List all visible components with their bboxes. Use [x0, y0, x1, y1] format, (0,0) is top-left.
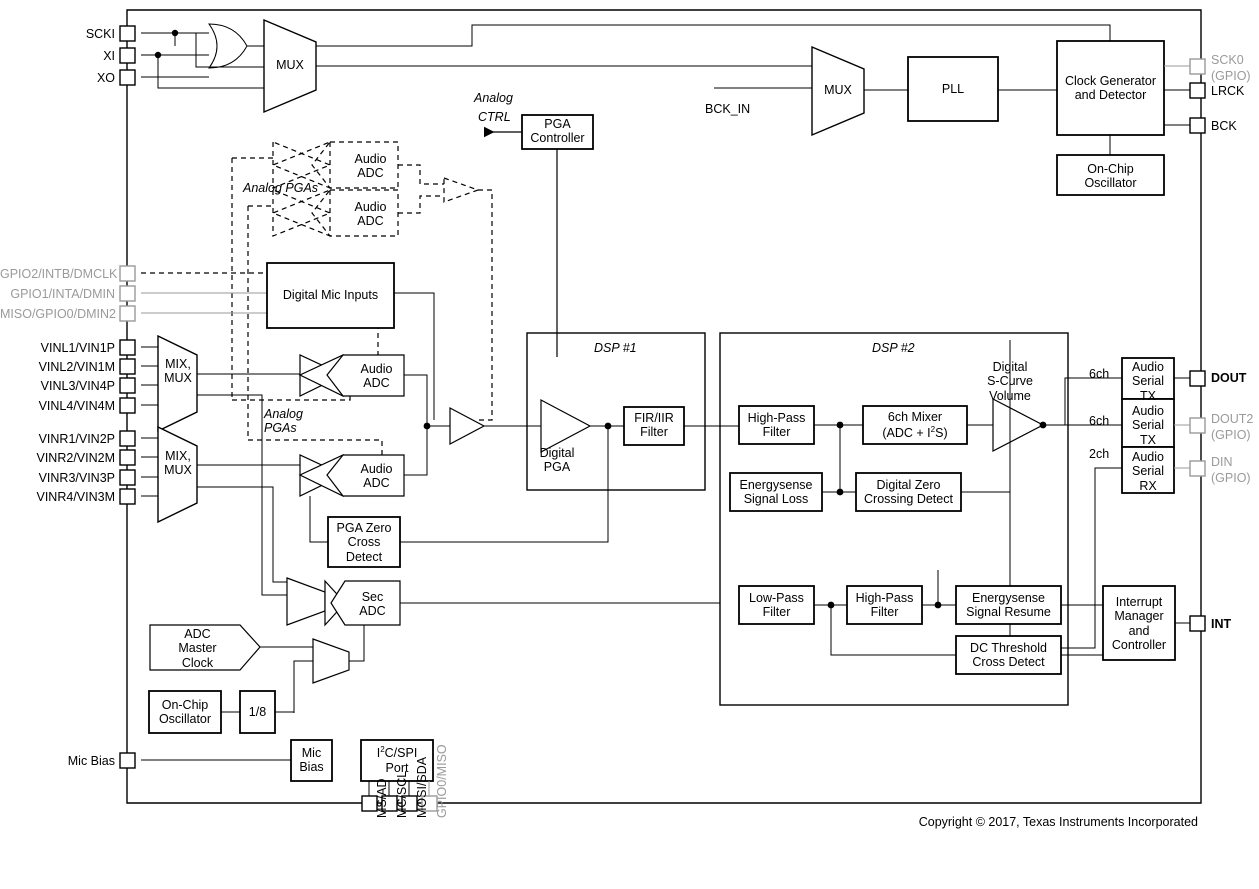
junction-dot [423, 422, 431, 430]
channel-count-6ch-b: 6ch [1089, 414, 1110, 428]
channel-count-6ch-a: 6ch [1089, 367, 1110, 381]
energysense-signal-resume-label: Energysense Signal Resume [966, 591, 1051, 620]
digital-s-curve-volume-label: Digital S-Curve Volume [987, 360, 1033, 403]
mux-bck-label: MUX [824, 83, 852, 97]
buffer-amp-shape [449, 407, 486, 445]
pin-label-vinl4: VINL4/VIN4M [38, 399, 115, 413]
audio-adc-4-label: Audio ADC [360, 462, 393, 491]
pin-label-int: INT [1211, 617, 1232, 631]
audio-adc-1-label: Audio ADC [354, 152, 387, 181]
analog-annotation: Analog [474, 91, 513, 105]
mux-clock-label: MUX [276, 58, 304, 72]
high-pass-filter-2-label: High-Pass Filter [855, 591, 914, 620]
low-pass-filter-label: Low-Pass Filter [749, 591, 804, 620]
junction-dot [934, 601, 942, 609]
junction-dot [1039, 421, 1047, 429]
audio-adc-3-label: Audio ADC [360, 362, 393, 391]
ctrl-annotation: CTRL [478, 110, 511, 124]
clock-generator-label: Clock Generator and Detector [1064, 74, 1156, 103]
pin-pads-right [1189, 58, 1206, 632]
vin-left-wires [141, 346, 158, 497]
analog-pgas-top-label: Analog PGAs [243, 181, 319, 195]
mixer-6ch-label: 6ch Mixer (ADC + I2S) [882, 410, 948, 440]
pin-label-xo: XO [96, 71, 115, 85]
digital-s-curve-volume-shape [992, 398, 1045, 452]
pga-controller-label: PGA Controller [530, 117, 585, 146]
pin-label-xi: XI [103, 49, 115, 63]
sec-adc-mux-shape [286, 577, 326, 626]
pin-label-vinr4: VINR4/VIN3M [36, 490, 116, 504]
pll-label: PLL [941, 82, 965, 96]
junction-dot [171, 29, 179, 37]
audio-serial-tx-2-label: Audio Serial TX [1132, 404, 1164, 447]
pin-label-vinr1: VINR1/VIN2P [38, 432, 115, 446]
pin-label-dout: DOUT [1211, 371, 1247, 385]
copyright-text: Copyright © 2017, Texas Instruments Inco… [918, 815, 1198, 829]
junction-dot [827, 601, 835, 609]
digital-pga-shape [540, 399, 592, 453]
digital-mic-inputs-label: Digital Mic Inputs [282, 288, 379, 302]
analog-pgas-mid-label: Analog PGAs [264, 407, 303, 436]
pin-label-gpio0-miso: GPIO0/MISO [435, 744, 449, 818]
pin-label-ms-ad: MS/AD [375, 778, 389, 818]
pin-label-sck0-sub: (GPIO) [1211, 69, 1251, 83]
pin-label-lrck: LRCK [1211, 84, 1245, 98]
audio-serial-tx-1-label: Audio Serial TX [1132, 360, 1164, 403]
i2c-spi-port-label: I2C/SPI Port [376, 745, 418, 775]
junction-dot [604, 422, 612, 430]
fir-iir-filter-label: FIR/IIR Filter [634, 411, 674, 440]
pin-label-dout2: DOUT2 [1211, 412, 1254, 426]
pin-label-din: DIN [1211, 455, 1233, 469]
digital-zero-crossing-label: Digital Zero Crossing Detect [864, 478, 953, 507]
diagram-vector-layer [119, 9, 1206, 812]
high-pass-filter-1-label: High-Pass Filter [747, 411, 806, 440]
junction-dot [154, 51, 162, 59]
bck-in-label: BCK_IN [705, 102, 751, 116]
channel-count-2ch: 2ch [1089, 447, 1110, 461]
pin-label-vinr3: VINR3/VIN3P [38, 471, 115, 485]
audio-adc-2-label: Audio ADC [354, 200, 387, 229]
pga-zero-cross-label: PGA Zero Cross Detect [336, 521, 392, 564]
pin-label-din-sub: (GPIO) [1211, 471, 1251, 485]
pin-label-vinl2: VINL2/VIN1M [38, 360, 115, 374]
pin-label-sck0: SCK0 [1211, 53, 1244, 67]
energysense-signal-loss-label: Energysense Signal Loss [739, 478, 813, 507]
pin-label-bck: BCK [1211, 119, 1237, 133]
pin-label-dout2-sub: (GPIO) [1211, 428, 1251, 442]
onchip-oscillator-top-label: On-Chip Oscillator [1084, 162, 1137, 191]
adc-master-clock-label: ADC Master Clock [178, 627, 217, 670]
pin-label-mc-scl: MC/SCL [395, 770, 409, 818]
pin-label-miso-gpio0: MISO/GPIO0/DMIN2 [0, 307, 116, 321]
clock-mux-shape [312, 638, 350, 684]
mic-bias-label: Mic Bias [299, 746, 324, 775]
junction-dot [836, 421, 844, 429]
block-diagram-canvas: SCKI XI XO GPIO2/INTB/DMCLK GPIO1/INTA/D… [0, 0, 1259, 889]
onchip-oscillator-bottom-label: On-Chip Oscillator [158, 698, 212, 727]
audio-serial-rx-label: Audio Serial RX [1132, 450, 1164, 493]
pin-label-gpio2: GPIO2/INTB/DMCLK [0, 267, 118, 281]
pin-label-scki: SCKI [85, 27, 115, 41]
pin-label-vinl3: VINL3/VIN4P [40, 379, 115, 393]
mix-mux-right-label: MIX, MUX [164, 449, 192, 478]
pin-label-mic-bias: Mic Bias [67, 754, 115, 768]
pin-label-vinr2: VINR2/VIN2M [36, 451, 116, 465]
divider-label: 1/8 [248, 705, 267, 719]
dc-threshold-cross-detect-label: DC Threshold Cross Detect [970, 641, 1047, 670]
sec-adc-label: Sec ADC [359, 590, 386, 619]
pin-label-gpio1: GPIO1/INTA/DMIN [10, 287, 115, 301]
dsp1-label: DSP #1 [594, 341, 637, 355]
dsp2-label: DSP #2 [872, 341, 915, 355]
digital-pga-label: Digital PGA [539, 446, 575, 475]
mix-mux-left-label: MIX, MUX [164, 357, 192, 386]
pin-label-vinl1: VINL1/VIN1P [40, 341, 115, 355]
interrupt-manager-label: Interrupt Manager and Controller [1111, 595, 1167, 653]
